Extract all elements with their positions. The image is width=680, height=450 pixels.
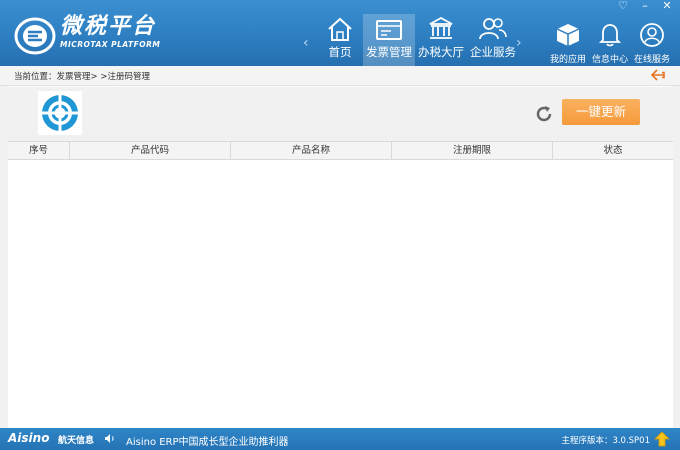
tab-home-label: 首页 xyxy=(328,45,352,59)
registration-module-icon xyxy=(38,91,82,135)
version-text: 主程序版本：3.0.SP01 xyxy=(561,436,650,446)
online-service-label: 在线服务 xyxy=(633,55,670,65)
table-header: 序号 产品代码 产品名称 注册期限 状态 xyxy=(8,141,673,160)
breadcrumb: 当前位置：发票管理> >注册码管理 xyxy=(14,72,150,82)
back-arrow-icon[interactable] xyxy=(650,68,666,82)
refresh-icon[interactable] xyxy=(534,104,554,124)
breadcrumb-bar: 当前位置：发票管理> >注册码管理 xyxy=(0,66,680,86)
invoice-icon xyxy=(376,20,402,40)
column-header-product-name[interactable]: 产品名称 xyxy=(231,142,392,159)
tab-enterprise-service[interactable]: 企业服务 xyxy=(467,12,519,66)
column-header-status[interactable]: 状态 xyxy=(553,142,673,159)
table-body xyxy=(8,160,673,428)
column-header-product-code[interactable]: 产品代码 xyxy=(70,142,231,159)
users-icon xyxy=(479,18,507,40)
support-icon xyxy=(640,23,664,47)
one-click-update-button[interactable]: 一键更新 xyxy=(562,99,640,125)
my-apps-button[interactable]: 我的应用 xyxy=(548,22,588,65)
box-icon xyxy=(556,24,580,46)
column-header-index[interactable]: 序号 xyxy=(8,142,70,159)
aisino-logo-cn: 航天信息 xyxy=(58,436,95,446)
my-apps-label: 我的应用 xyxy=(549,55,586,65)
nav-prev-arrow[interactable]: ‹ xyxy=(303,36,309,50)
tab-enterprise-label: 企业服务 xyxy=(470,45,516,59)
window-controls: ♡ – ✕ xyxy=(616,0,674,14)
tab-invoice-label: 发票管理 xyxy=(366,45,412,59)
tab-tax-hall-label: 办税大厅 xyxy=(418,45,464,59)
info-center-button[interactable]: 信息中心 xyxy=(590,22,630,65)
tab-invoice-management[interactable]: 发票管理 xyxy=(363,14,415,66)
brand-title: 微税平台 xyxy=(60,14,157,39)
upgrade-arrow-icon[interactable] xyxy=(654,431,670,447)
nav-next-arrow[interactable]: › xyxy=(516,36,522,50)
speaker-icon xyxy=(105,434,114,443)
tab-tax-hall[interactable]: 办税大厅 xyxy=(415,12,467,66)
info-center-label: 信息中心 xyxy=(591,55,628,65)
minimize-button[interactable]: – xyxy=(638,0,652,14)
column-header-registration-period[interactable]: 注册期限 xyxy=(392,142,553,159)
aisino-logo: Aisino xyxy=(8,431,50,445)
brand-subtitle: MICROTAX PLATFORM xyxy=(60,40,161,49)
home-icon xyxy=(328,17,352,41)
skin-button[interactable]: ♡ xyxy=(616,0,630,14)
bank-icon xyxy=(429,16,453,39)
tab-home[interactable]: 首页 xyxy=(314,12,366,66)
microtax-logo-icon xyxy=(14,17,56,55)
close-button[interactable]: ✕ xyxy=(660,0,674,14)
toolbar: 一键更新 xyxy=(0,87,680,141)
status-bar: Aisino 航天信息 Aisino ERP中国成长型企业助推利器 主程序版本：… xyxy=(0,428,680,450)
top-header: 微税平台 MICROTAX PLATFORM ‹ 首页 发票管理 办税大厅 企业… xyxy=(0,0,680,66)
bell-icon xyxy=(598,24,622,47)
online-service-button[interactable]: 在线服务 xyxy=(632,22,672,65)
marquee-text: Aisino ERP中国成长型企业助推利器 xyxy=(126,437,289,448)
brand: 微税平台 MICROTAX PLATFORM xyxy=(60,14,160,50)
